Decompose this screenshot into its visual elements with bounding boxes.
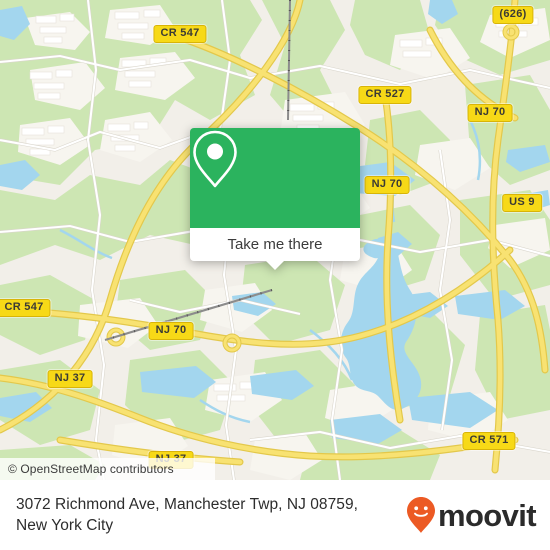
location-popup-card[interactable]: Take me there <box>190 128 360 270</box>
take-me-there-label: Take me there <box>227 236 323 253</box>
road-shield: (626) <box>492 6 534 24</box>
address-line-1: 3072 Richmond Ave, Manchester Twp, NJ 08… <box>16 496 358 513</box>
screenshot-root: CR 547 (626) CR 527 NJ 70 NJ 70 US 9 CR 547 NJ … <box>0 0 550 550</box>
address-line-2: New York City <box>16 517 114 534</box>
moovit-wordmark: moovit <box>437 497 537 533</box>
road-shield: NJ 70 <box>467 104 513 122</box>
attribution-text: © OpenStreetMap contributors <box>8 462 174 476</box>
road-shield: NJ 70 <box>364 176 410 194</box>
moovit-logo[interactable]: moovit <box>406 496 537 534</box>
bottom-info-bar: 3072 Richmond Ave, Manchester Twp, NJ 08… <box>0 480 550 550</box>
map-attribution[interactable]: © OpenStreetMap contributors <box>0 458 215 480</box>
map-canvas[interactable]: CR 547 (626) CR 527 NJ 70 NJ 70 US 9 CR 547 NJ … <box>0 0 550 480</box>
take-me-there-button[interactable]: Take me there <box>190 228 360 261</box>
map-pin-icon <box>193 130 237 188</box>
moovit-pin-smiley-icon <box>406 497 435 533</box>
road-shield: CR 527 <box>358 86 412 104</box>
popup-header <box>190 128 360 228</box>
road-shield: NJ 70 <box>148 322 194 340</box>
road-shield: CR 547 <box>153 25 207 43</box>
road-shield: CR 547 <box>0 299 51 317</box>
road-shield: US 9 <box>502 194 542 212</box>
address-block: 3072 Richmond Ave, Manchester Twp, NJ 08… <box>16 494 406 536</box>
road-shield: CR 571 <box>462 432 516 450</box>
road-shield: NJ 37 <box>47 370 93 388</box>
popup-pointer-tail <box>266 261 284 270</box>
